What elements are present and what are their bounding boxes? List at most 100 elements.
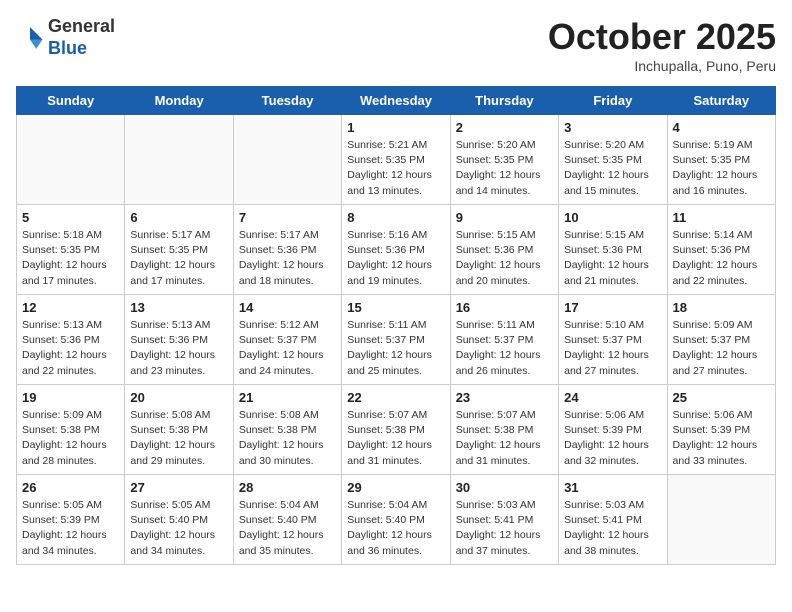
calendar-cell: 16 Sunrise: 5:11 AM Sunset: 5:37 PM Dayli… <box>450 295 558 385</box>
calendar-cell: 26 Sunrise: 5:05 AM Sunset: 5:39 PM Dayli… <box>17 475 125 565</box>
day-info: Sunrise: 5:03 AM Sunset: 5:41 PM Dayligh… <box>564 498 661 559</box>
day-number: 25 <box>673 390 770 405</box>
calendar-cell: 3 Sunrise: 5:20 AM Sunset: 5:35 PM Daylig… <box>559 115 667 205</box>
calendar-cell <box>233 115 341 205</box>
day-info: Sunrise: 5:21 AM Sunset: 5:35 PM Dayligh… <box>347 138 444 199</box>
day-info: Sunrise: 5:03 AM Sunset: 5:41 PM Dayligh… <box>456 498 553 559</box>
day-info: Sunrise: 5:05 AM Sunset: 5:40 PM Dayligh… <box>130 498 227 559</box>
calendar-week-row: 5 Sunrise: 5:18 AM Sunset: 5:35 PM Daylig… <box>17 205 776 295</box>
day-info: Sunrise: 5:08 AM Sunset: 5:38 PM Dayligh… <box>130 408 227 469</box>
weekday-header-monday: Monday <box>125 87 233 115</box>
calendar-week-row: 1Sunrise: 5:21 AM Sunset: 5:35 PM Daylig… <box>17 115 776 205</box>
location-subtitle: Inchupalla, Puno, Peru <box>548 58 776 74</box>
calendar-cell <box>667 475 775 565</box>
day-info: Sunrise: 5:09 AM Sunset: 5:37 PM Dayligh… <box>673 318 770 379</box>
day-info: Sunrise: 5:16 AM Sunset: 5:36 PM Dayligh… <box>347 228 444 289</box>
day-number: 18 <box>673 300 770 315</box>
day-number: 6 <box>130 210 227 225</box>
day-info: Sunrise: 5:15 AM Sunset: 5:36 PM Dayligh… <box>564 228 661 289</box>
day-info: Sunrise: 5:07 AM Sunset: 5:38 PM Dayligh… <box>456 408 553 469</box>
logo-icon <box>16 24 44 52</box>
day-number: 2 <box>456 120 553 135</box>
day-info: Sunrise: 5:04 AM Sunset: 5:40 PM Dayligh… <box>347 498 444 559</box>
day-info: Sunrise: 5:04 AM Sunset: 5:40 PM Dayligh… <box>239 498 336 559</box>
day-number: 19 <box>22 390 119 405</box>
calendar-cell: 7Sunrise: 5:17 AM Sunset: 5:36 PM Daylig… <box>233 205 341 295</box>
day-number: 31 <box>564 480 661 495</box>
calendar-cell: 15 Sunrise: 5:11 AM Sunset: 5:37 PM Dayli… <box>342 295 450 385</box>
day-number: 12 <box>22 300 119 315</box>
day-number: 11 <box>673 210 770 225</box>
calendar-cell: 6Sunrise: 5:17 AM Sunset: 5:35 PM Daylig… <box>125 205 233 295</box>
day-number: 21 <box>239 390 336 405</box>
calendar-cell: 27 Sunrise: 5:05 AM Sunset: 5:40 PM Dayli… <box>125 475 233 565</box>
calendar-cell: 10Sunrise: 5:15 AM Sunset: 5:36 PM Dayli… <box>559 205 667 295</box>
day-info: Sunrise: 5:18 AM Sunset: 5:35 PM Dayligh… <box>22 228 119 289</box>
day-info: Sunrise: 5:11 AM Sunset: 5:37 PM Dayligh… <box>456 318 553 379</box>
weekday-header-tuesday: Tuesday <box>233 87 341 115</box>
calendar-cell: 23 Sunrise: 5:07 AM Sunset: 5:38 PM Dayli… <box>450 385 558 475</box>
day-number: 29 <box>347 480 444 495</box>
calendar-cell: 2 Sunrise: 5:20 AM Sunset: 5:35 PM Daylig… <box>450 115 558 205</box>
day-info: Sunrise: 5:17 AM Sunset: 5:36 PM Dayligh… <box>239 228 336 289</box>
day-number: 3 <box>564 120 661 135</box>
day-number: 15 <box>347 300 444 315</box>
day-info: Sunrise: 5:15 AM Sunset: 5:36 PM Dayligh… <box>456 228 553 289</box>
calendar-cell: 31 Sunrise: 5:03 AM Sunset: 5:41 PM Dayli… <box>559 475 667 565</box>
calendar-cell: 19 Sunrise: 5:09 AM Sunset: 5:38 PM Dayli… <box>17 385 125 475</box>
month-title: October 2025 <box>548 16 776 58</box>
day-info: Sunrise: 5:20 AM Sunset: 5:35 PM Dayligh… <box>456 138 553 199</box>
day-info: Sunrise: 5:14 AM Sunset: 5:36 PM Dayligh… <box>673 228 770 289</box>
calendar-cell: 8Sunrise: 5:16 AM Sunset: 5:36 PM Daylig… <box>342 205 450 295</box>
day-info: Sunrise: 5:06 AM Sunset: 5:39 PM Dayligh… <box>673 408 770 469</box>
calendar-week-row: 26 Sunrise: 5:05 AM Sunset: 5:39 PM Dayli… <box>17 475 776 565</box>
day-info: Sunrise: 5:13 AM Sunset: 5:36 PM Dayligh… <box>22 318 119 379</box>
day-number: 27 <box>130 480 227 495</box>
day-number: 30 <box>456 480 553 495</box>
day-info: Sunrise: 5:07 AM Sunset: 5:38 PM Dayligh… <box>347 408 444 469</box>
day-number: 26 <box>22 480 119 495</box>
calendar-week-row: 12 Sunrise: 5:13 AM Sunset: 5:36 PM Dayli… <box>17 295 776 385</box>
weekday-header-wednesday: Wednesday <box>342 87 450 115</box>
weekday-header-saturday: Saturday <box>667 87 775 115</box>
weekday-header-sunday: Sunday <box>17 87 125 115</box>
day-info: Sunrise: 5:19 AM Sunset: 5:35 PM Dayligh… <box>673 138 770 199</box>
day-number: 23 <box>456 390 553 405</box>
day-info: Sunrise: 5:10 AM Sunset: 5:37 PM Dayligh… <box>564 318 661 379</box>
calendar-cell: 21 Sunrise: 5:08 AM Sunset: 5:38 PM Dayli… <box>233 385 341 475</box>
calendar-cell: 29 Sunrise: 5:04 AM Sunset: 5:40 PM Dayli… <box>342 475 450 565</box>
calendar-cell: 4Sunrise: 5:19 AM Sunset: 5:35 PM Daylig… <box>667 115 775 205</box>
calendar-cell: 18 Sunrise: 5:09 AM Sunset: 5:37 PM Dayli… <box>667 295 775 385</box>
day-number: 5 <box>22 210 119 225</box>
weekday-header-row: SundayMondayTuesdayWednesdayThursdayFrid… <box>17 87 776 115</box>
calendar-cell: 30 Sunrise: 5:03 AM Sunset: 5:41 PM Dayli… <box>450 475 558 565</box>
day-info: Sunrise: 5:05 AM Sunset: 5:39 PM Dayligh… <box>22 498 119 559</box>
calendar-cell: 5 Sunrise: 5:18 AM Sunset: 5:35 PM Daylig… <box>17 205 125 295</box>
calendar-cell: 1Sunrise: 5:21 AM Sunset: 5:35 PM Daylig… <box>342 115 450 205</box>
calendar-cell: 25 Sunrise: 5:06 AM Sunset: 5:39 PM Dayli… <box>667 385 775 475</box>
day-number: 22 <box>347 390 444 405</box>
day-info: Sunrise: 5:13 AM Sunset: 5:36 PM Dayligh… <box>130 318 227 379</box>
calendar-cell: 28Sunrise: 5:04 AM Sunset: 5:40 PM Dayli… <box>233 475 341 565</box>
day-info: Sunrise: 5:12 AM Sunset: 5:37 PM Dayligh… <box>239 318 336 379</box>
calendar-cell: 13Sunrise: 5:13 AM Sunset: 5:36 PM Dayli… <box>125 295 233 385</box>
calendar-cell: 11 Sunrise: 5:14 AM Sunset: 5:36 PM Dayli… <box>667 205 775 295</box>
day-number: 14 <box>239 300 336 315</box>
page-header: General Blue October 2025 Inchupalla, Pu… <box>16 16 776 74</box>
day-number: 16 <box>456 300 553 315</box>
calendar-cell <box>17 115 125 205</box>
day-info: Sunrise: 5:06 AM Sunset: 5:39 PM Dayligh… <box>564 408 661 469</box>
weekday-header-thursday: Thursday <box>450 87 558 115</box>
day-info: Sunrise: 5:08 AM Sunset: 5:38 PM Dayligh… <box>239 408 336 469</box>
day-info: Sunrise: 5:11 AM Sunset: 5:37 PM Dayligh… <box>347 318 444 379</box>
weekday-header-friday: Friday <box>559 87 667 115</box>
logo-blue-text: Blue <box>48 38 87 58</box>
logo-general-text: General <box>48 16 115 36</box>
day-info: Sunrise: 5:09 AM Sunset: 5:38 PM Dayligh… <box>22 408 119 469</box>
calendar-cell: 14 Sunrise: 5:12 AM Sunset: 5:37 PM Dayli… <box>233 295 341 385</box>
day-info: Sunrise: 5:20 AM Sunset: 5:35 PM Dayligh… <box>564 138 661 199</box>
logo: General Blue <box>16 16 115 59</box>
day-number: 17 <box>564 300 661 315</box>
calendar-week-row: 19 Sunrise: 5:09 AM Sunset: 5:38 PM Dayli… <box>17 385 776 475</box>
day-number: 24 <box>564 390 661 405</box>
